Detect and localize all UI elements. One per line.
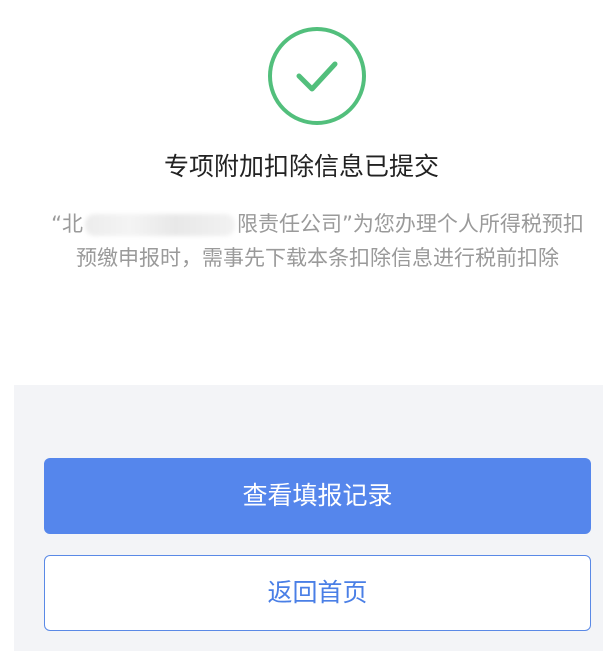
result-panel: 专项附加扣除信息已提交 “北 限责任公司”为您办理个人所得税预扣预缴申报时，需事先… <box>0 0 603 385</box>
back-home-button[interactable]: 返回首页 <box>44 555 591 631</box>
view-records-button[interactable]: 查看填报记录 <box>44 458 591 534</box>
result-title: 专项附加扣除信息已提交 <box>163 152 439 181</box>
description-prefix: “北 <box>51 212 83 236</box>
check-circle-icon <box>268 27 366 125</box>
redacted-company-name <box>85 214 235 236</box>
result-description: “北 限责任公司”为您办理个人所得税预扣预缴申报时，需事先下载本条扣除信息进行税前… <box>50 207 585 275</box>
